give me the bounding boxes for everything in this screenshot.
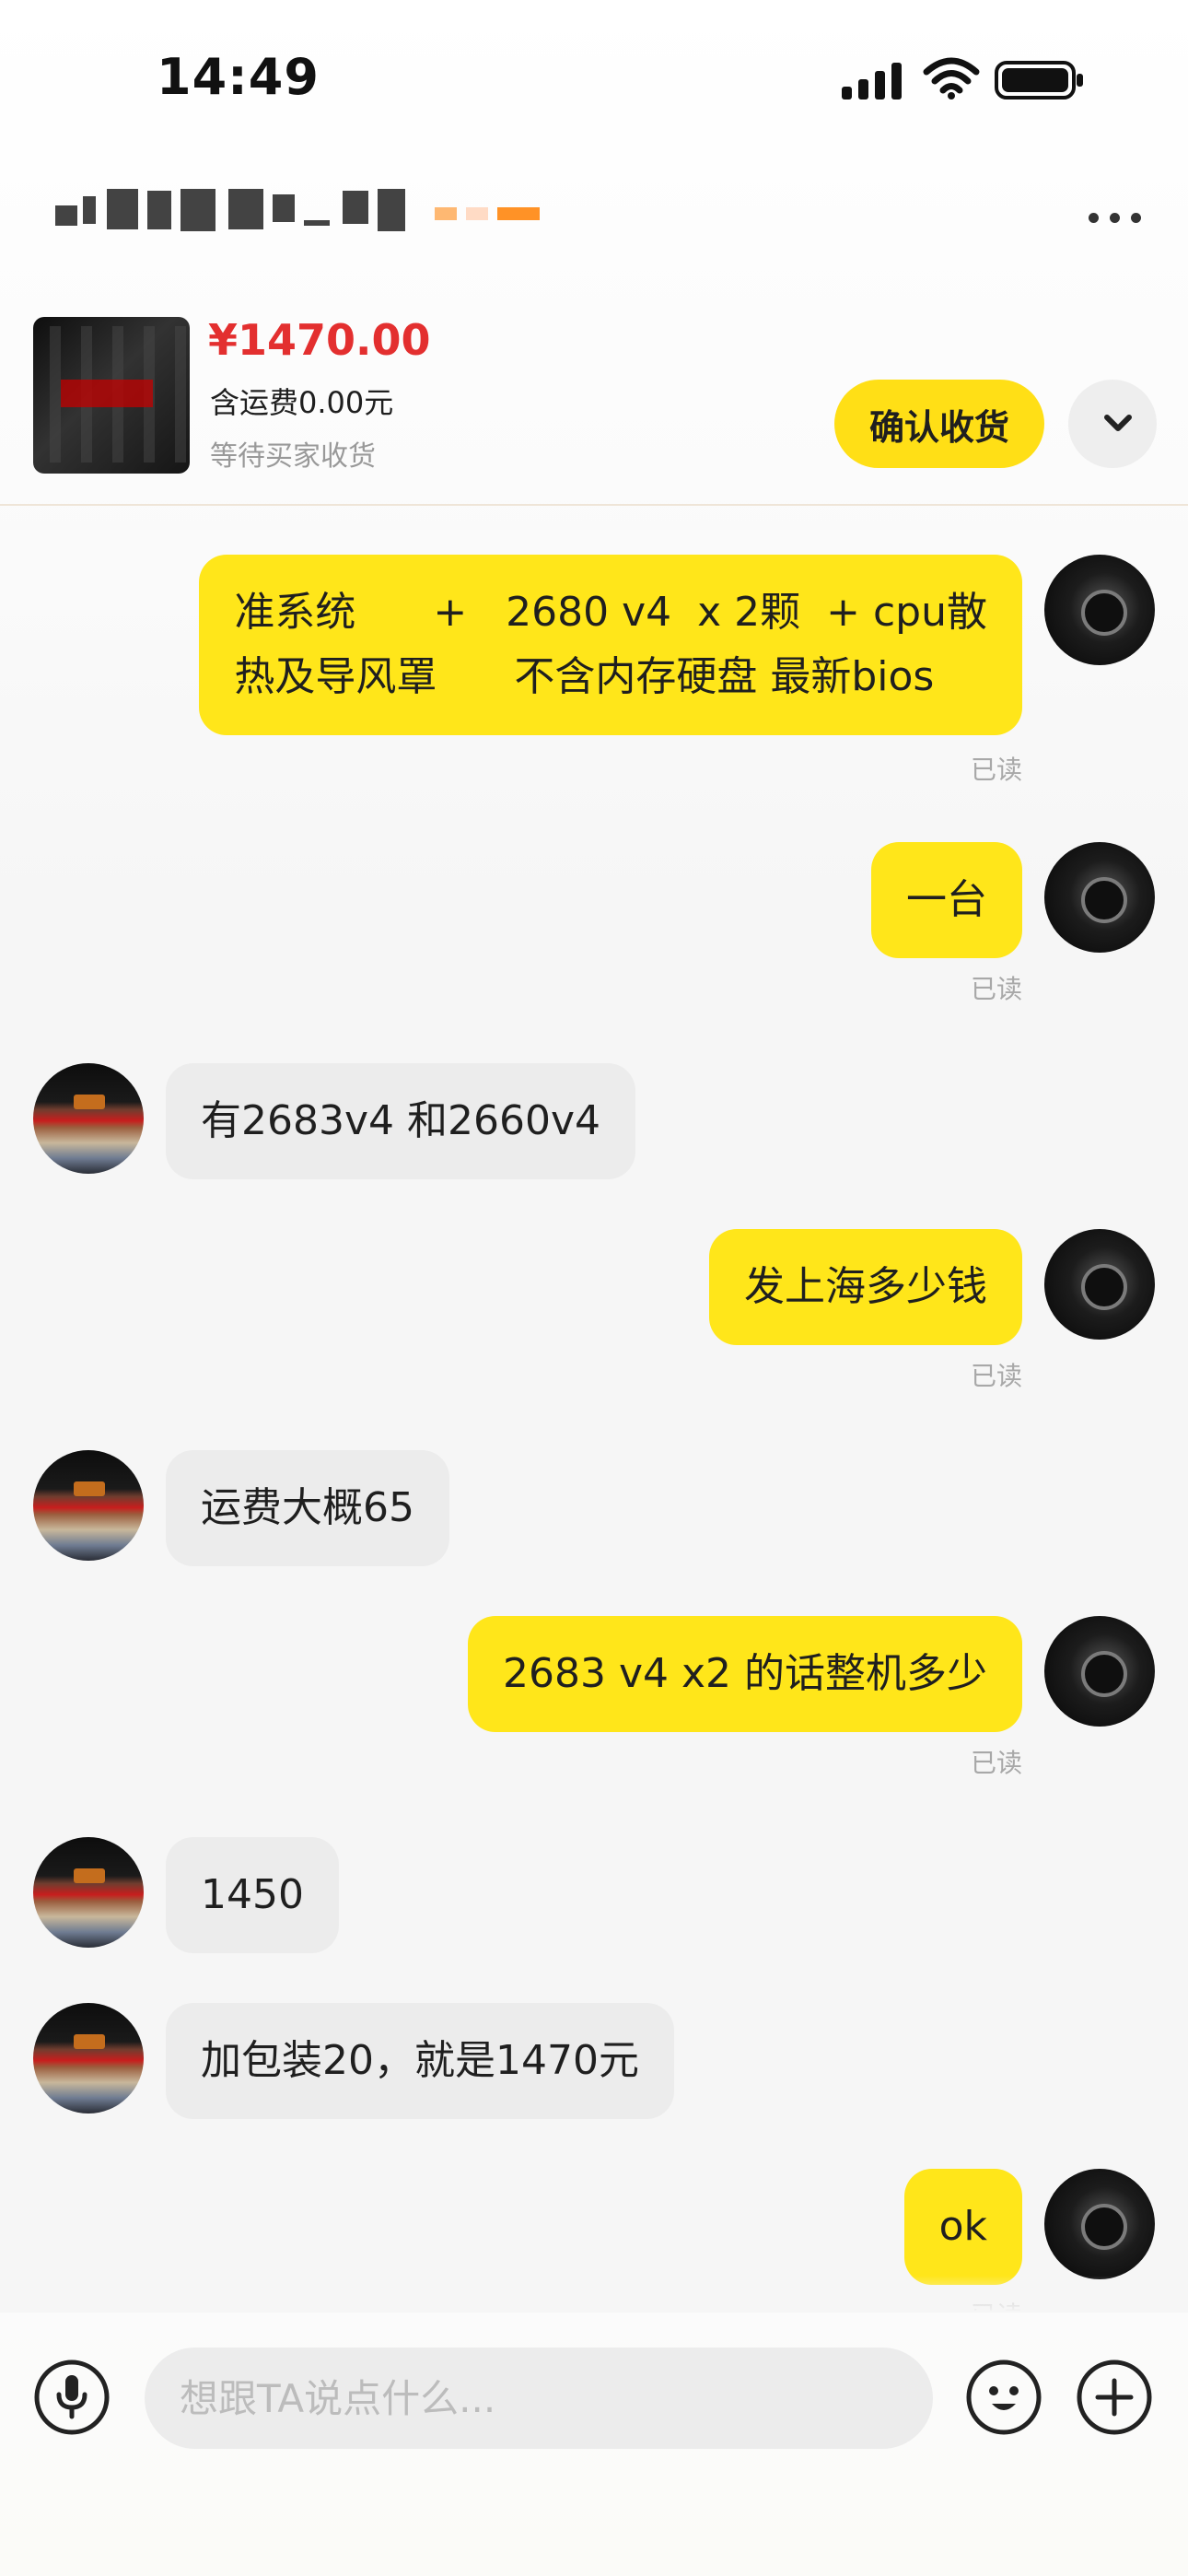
order-status: 等待买家收货 — [210, 440, 376, 473]
header-divider — [0, 504, 1188, 506]
microphone-icon — [34, 2359, 110, 2435]
cellular-signal-icon — [842, 61, 904, 100]
product-thumbnail[interactable] — [33, 317, 190, 474]
status-time: 14:49 — [157, 48, 320, 106]
incoming-message-bubble[interactable]: 有2683v4 和2660v4 — [166, 1063, 636, 1179]
more-actions-button[interactable] — [1076, 2359, 1153, 2436]
outgoing-message-bubble[interactable]: 一台 — [871, 842, 1022, 958]
emoji-icon — [966, 2359, 1042, 2435]
outgoing-message-bubble[interactable]: 发上海多少钱 — [709, 1229, 1022, 1345]
outgoing-message-bubble[interactable]: ok — [903, 2169, 1022, 2285]
read-receipt: 已读 — [970, 1361, 1022, 1391]
wifi-icon — [923, 57, 980, 100]
confirm-receipt-button[interactable]: 确认收货 — [834, 380, 1044, 468]
plus-icon — [1077, 2359, 1152, 2435]
chat-title-redacted — [55, 189, 663, 237]
seller-avatar[interactable] — [33, 1450, 144, 1561]
incoming-message-bubble[interactable]: 加包装20，就是1470元 — [166, 2003, 674, 2119]
battery-icon — [995, 61, 1083, 100]
read-receipt: 已读 — [970, 1748, 1022, 1778]
outgoing-message-bubble[interactable]: 准系统 + 2680 v4 x 2颗 + cpu散 热及导风罩 不含内存硬盘 最… — [199, 555, 1022, 735]
my-avatar[interactable] — [1044, 555, 1155, 665]
chat-fade — [0, 2276, 1188, 2313]
incoming-message-bubble[interactable]: 运费大概65 — [166, 1450, 449, 1566]
emoji-button[interactable] — [965, 2359, 1042, 2436]
input-bar — [0, 2313, 1188, 2576]
outgoing-message-bubble[interactable]: 2683 v4 x2 的话整机多少 — [467, 1616, 1022, 1732]
product-shipping: 含运费0.00元 — [210, 385, 394, 420]
read-receipt: 已读 — [970, 755, 1022, 785]
expand-order-button[interactable] — [1068, 380, 1157, 468]
message-input[interactable] — [145, 2348, 933, 2449]
chevron-down-icon — [1104, 415, 1132, 431]
incoming-message-bubble[interactable]: 1450 — [166, 1837, 339, 1953]
seller-avatar[interactable] — [33, 1837, 144, 1948]
message-list[interactable]: 准系统 + 2680 v4 x 2颗 + cpu散 热及导风罩 不含内存硬盘 最… — [0, 507, 1188, 2311]
my-avatar[interactable] — [1044, 1616, 1155, 1727]
seller-avatar[interactable] — [33, 2003, 144, 2113]
read-receipt: 已读 — [970, 974, 1022, 1004]
my-avatar[interactable] — [1044, 842, 1155, 953]
voice-input-button[interactable] — [33, 2359, 111, 2436]
product-price: ¥1470.00 — [208, 315, 431, 365]
chat-subtitle-redacted — [99, 241, 108, 272]
my-avatar[interactable] — [1044, 2169, 1155, 2279]
seller-avatar[interactable] — [33, 1063, 144, 1174]
more-horizontal-icon[interactable] — [1085, 208, 1146, 227]
chat-screen: 14:49 ¥1470.00 含运费0.00元 等待买家收货 确认收货 准系统 … — [0, 0, 1188, 2576]
my-avatar[interactable] — [1044, 1229, 1155, 1340]
